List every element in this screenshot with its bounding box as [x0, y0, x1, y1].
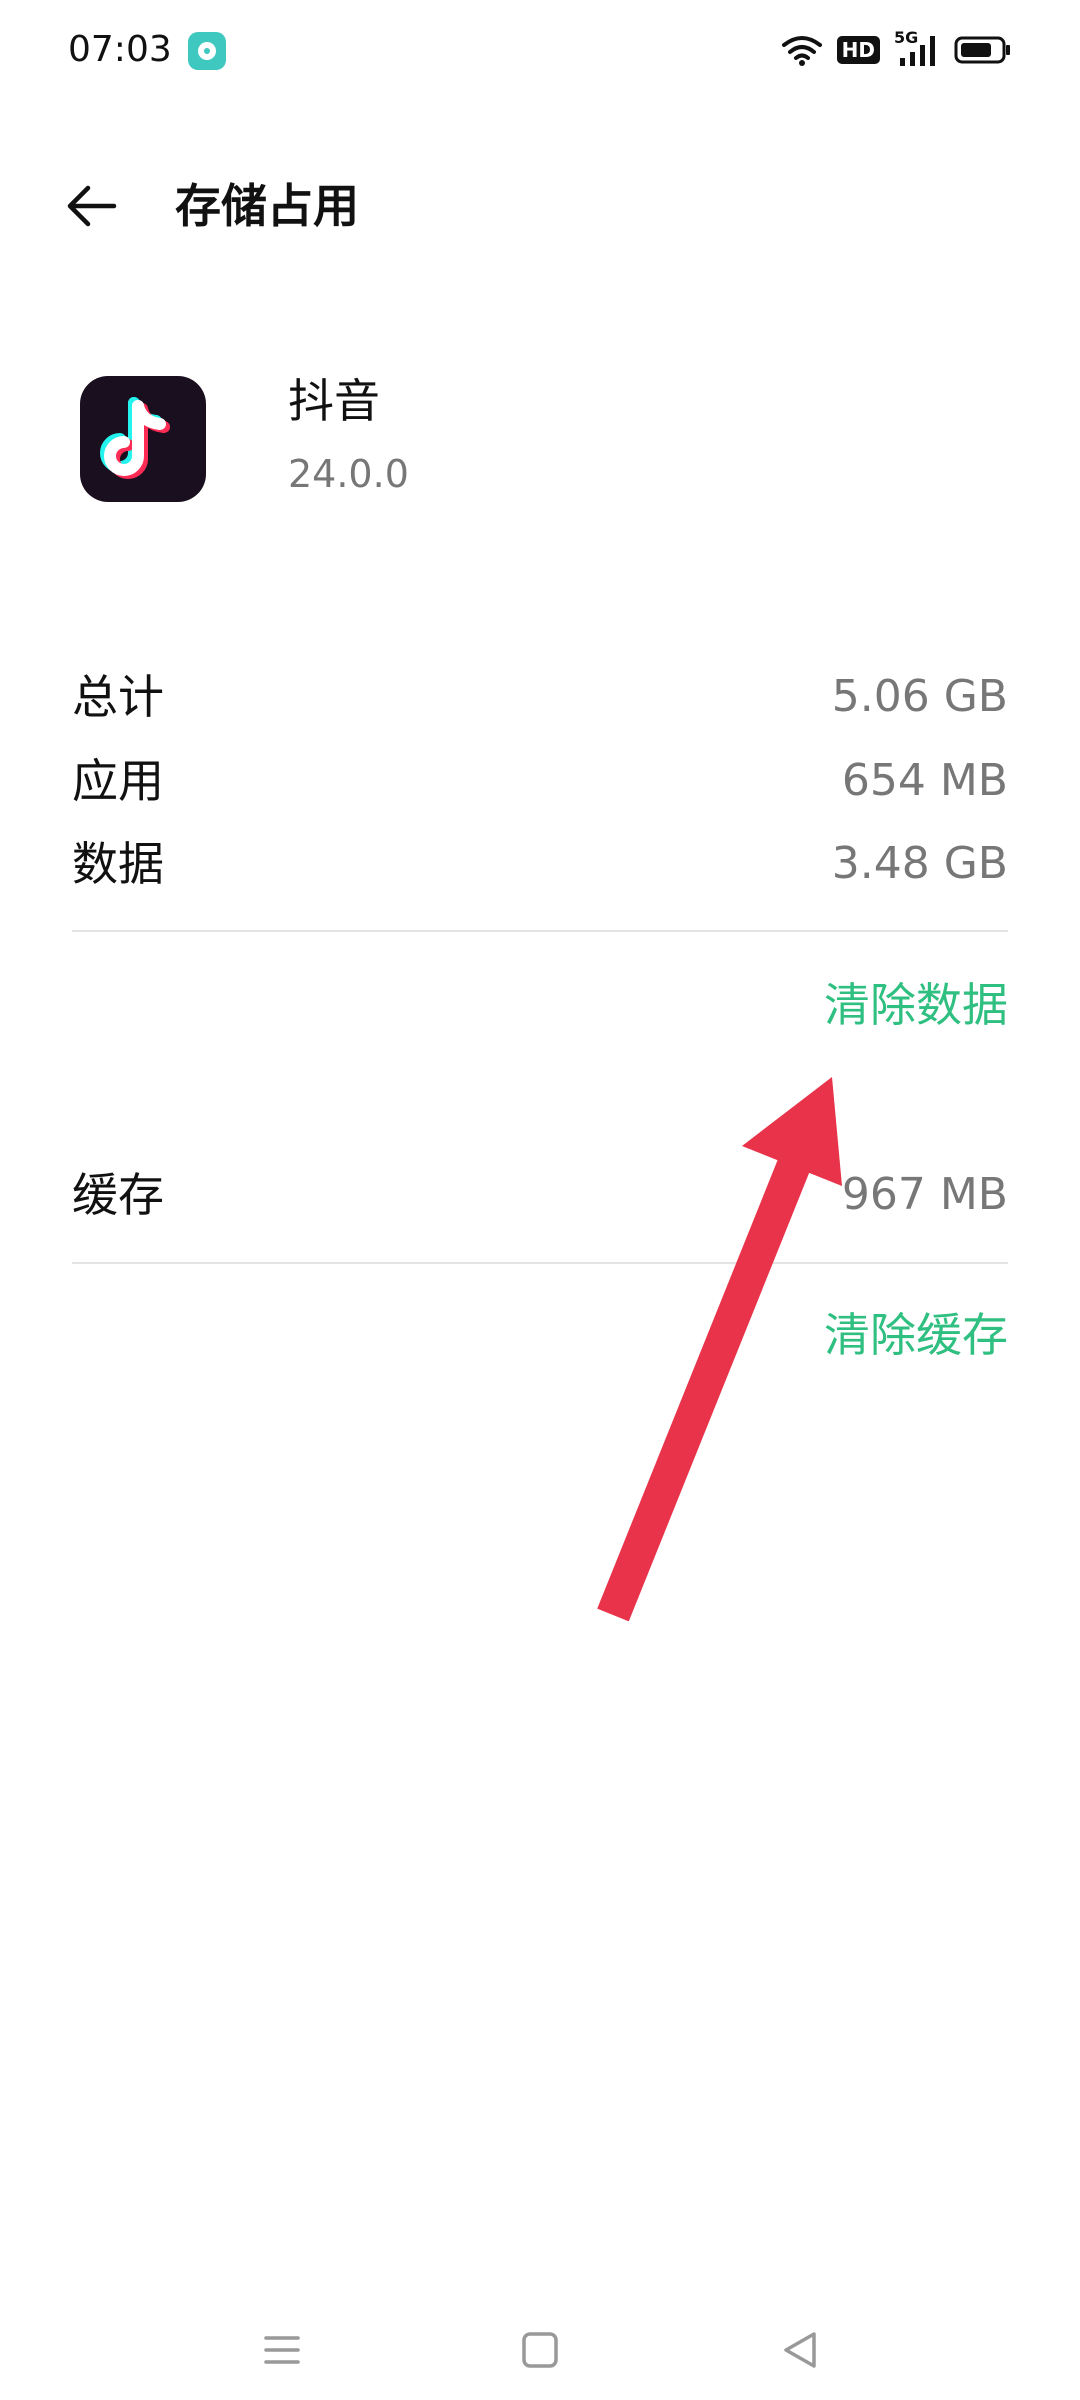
app-bar: 存储占用 — [0, 160, 1080, 250]
battery-icon — [954, 35, 1012, 65]
divider — [72, 930, 1008, 932]
triangle-back-icon — [784, 2332, 816, 2368]
storage-row-value: 3.48 GB — [831, 838, 1008, 889]
arrow-left-icon — [67, 185, 117, 227]
storage-row-cache: 缓存 967 MB — [72, 1160, 1008, 1230]
notification-app-icon — [188, 32, 226, 70]
storage-row-label: 总计 — [72, 670, 164, 724]
status-indicators: HD 5G — [781, 28, 1012, 70]
clear-data-button[interactable]: 清除数据 — [824, 972, 1008, 1038]
hd-badge: HD — [836, 36, 880, 64]
menu-icon — [264, 2336, 300, 2364]
storage-row-value: 5.06 GB — [831, 671, 1008, 722]
app-version: 24.0.0 — [288, 452, 409, 496]
nav-menu-button[interactable] — [252, 2320, 312, 2380]
divider — [72, 1262, 1008, 1264]
square-icon — [522, 2332, 558, 2368]
nav-home-button[interactable] — [510, 2320, 570, 2380]
storage-row-value: 654 MB — [841, 755, 1008, 806]
clear-cache-button[interactable]: 清除缓存 — [824, 1302, 1008, 1368]
storage-row-data: 数据 3.48 GB — [72, 829, 1008, 899]
cache-label: 缓存 — [72, 1168, 164, 1222]
storage-row-total: 总计 5.06 GB — [72, 662, 1008, 732]
wifi-icon — [781, 33, 823, 67]
status-time: 07:03 — [68, 29, 172, 70]
nav-back-button[interactable] — [770, 2320, 830, 2380]
back-button[interactable] — [60, 178, 124, 234]
app-name: 抖音 — [288, 374, 380, 428]
page-title: 存储占用 — [175, 179, 359, 233]
storage-row-app: 应用 654 MB — [72, 746, 1008, 816]
status-bar: 07:03 HD 5G — [0, 0, 1080, 100]
system-nav-bar — [0, 2300, 1080, 2400]
tiktok-app-icon — [80, 376, 206, 502]
storage-row-label: 应用 — [72, 754, 164, 808]
storage-row-label: 数据 — [72, 837, 164, 891]
signal-icon: 5G — [894, 28, 940, 68]
cache-value: 967 MB — [841, 1169, 1008, 1220]
